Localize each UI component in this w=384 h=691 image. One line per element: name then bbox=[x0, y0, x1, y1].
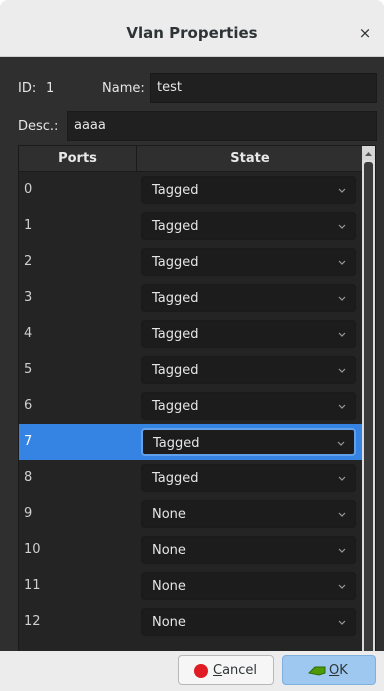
state-dropdown[interactable]: Tagged bbox=[141, 248, 356, 276]
table-row[interactable]: 0 Tagged bbox=[19, 172, 363, 208]
port-number: 7 bbox=[24, 434, 33, 449]
chevron-down-icon bbox=[337, 581, 347, 591]
title-bar: Vlan Properties × bbox=[0, 0, 384, 57]
chevron-down-icon bbox=[337, 473, 347, 483]
dialog-footer: Cancel OK bbox=[0, 651, 384, 691]
state-value: Tagged bbox=[152, 255, 199, 270]
state-value: Tagged bbox=[152, 471, 199, 486]
table-row[interactable]: 6 Tagged bbox=[19, 388, 363, 424]
port-number: 1 bbox=[24, 218, 33, 233]
table-row[interactable]: 2 Tagged bbox=[19, 244, 363, 280]
id-value: 1 bbox=[46, 81, 55, 96]
vlan-properties-dialog: Vlan Properties × ID: 1 Name: test Desc.… bbox=[0, 0, 384, 691]
scroll-up-arrow-icon[interactable] bbox=[362, 146, 375, 160]
column-header-ports[interactable]: Ports bbox=[19, 146, 137, 171]
dialog-title: Vlan Properties bbox=[126, 24, 258, 42]
state-value: Tagged bbox=[152, 363, 199, 378]
state-dropdown[interactable]: Tagged bbox=[141, 320, 356, 348]
id-label: ID: bbox=[18, 81, 37, 96]
state-dropdown[interactable]: Tagged bbox=[141, 428, 356, 456]
chevron-down-icon bbox=[337, 221, 347, 231]
chevron-down-icon bbox=[337, 293, 347, 303]
table-row[interactable]: 12 None bbox=[19, 604, 363, 640]
ports-table: Ports State 0 Tagged 1 Tagged 2 Tagged 3 Tagged… bbox=[18, 145, 376, 691]
port-number: 2 bbox=[24, 254, 33, 269]
state-dropdown[interactable]: None bbox=[141, 608, 356, 636]
table-row[interactable]: 4 Tagged bbox=[19, 316, 363, 352]
desc-label: Desc.: bbox=[18, 119, 59, 134]
desc-field[interactable]: aaaa bbox=[67, 111, 377, 141]
chevron-down-icon bbox=[337, 329, 347, 339]
table-row[interactable]: 11 None bbox=[19, 568, 363, 604]
state-dropdown[interactable]: Tagged bbox=[141, 464, 356, 492]
name-field[interactable]: test bbox=[150, 73, 377, 103]
state-value: None bbox=[152, 615, 186, 630]
vertical-scrollbar[interactable] bbox=[362, 146, 375, 691]
port-number: 6 bbox=[24, 398, 33, 413]
ok-label-rest: K bbox=[339, 663, 348, 678]
chevron-down-icon bbox=[337, 617, 347, 627]
state-dropdown[interactable]: None bbox=[141, 536, 356, 564]
ok-label: OK bbox=[329, 663, 348, 678]
column-header-state[interactable]: State bbox=[137, 146, 363, 171]
port-number: 5 bbox=[24, 362, 33, 377]
state-dropdown[interactable]: None bbox=[141, 572, 356, 600]
chevron-down-icon bbox=[337, 509, 347, 519]
state-value: Tagged bbox=[153, 436, 200, 451]
chevron-down-icon bbox=[337, 257, 347, 267]
state-value: Tagged bbox=[152, 291, 199, 306]
state-dropdown[interactable]: Tagged bbox=[141, 392, 356, 420]
table-row[interactable]: 1 Tagged bbox=[19, 208, 363, 244]
chevron-down-icon bbox=[336, 438, 346, 448]
cancel-label: Cancel bbox=[213, 663, 257, 678]
port-number: 4 bbox=[24, 326, 33, 341]
state-value: Tagged bbox=[152, 327, 199, 342]
state-dropdown[interactable]: Tagged bbox=[141, 176, 356, 204]
name-label: Name: bbox=[102, 81, 145, 96]
table-row[interactable]: 7 Tagged bbox=[19, 424, 363, 460]
state-value: Tagged bbox=[152, 399, 199, 414]
port-number: 11 bbox=[24, 578, 41, 593]
scrollbar-thumb[interactable] bbox=[364, 162, 373, 684]
dialog-content: ID: 1 Name: test Desc.: aaaa Ports State… bbox=[0, 57, 384, 691]
table-row[interactable]: 10 None bbox=[19, 532, 363, 568]
port-number: 12 bbox=[24, 614, 41, 629]
table-row[interactable]: 5 Tagged bbox=[19, 352, 363, 388]
table-row[interactable]: 8 Tagged bbox=[19, 460, 363, 496]
chevron-down-icon bbox=[337, 185, 347, 195]
cancel-button[interactable]: Cancel bbox=[178, 655, 274, 685]
state-dropdown[interactable]: Tagged bbox=[141, 212, 356, 240]
state-dropdown[interactable]: None bbox=[141, 500, 356, 528]
state-value: None bbox=[152, 543, 186, 558]
close-icon[interactable]: × bbox=[356, 24, 374, 42]
chevron-down-icon bbox=[337, 545, 347, 555]
table-row[interactable]: 3 Tagged bbox=[19, 280, 363, 316]
cancel-label-rest: ancel bbox=[222, 663, 258, 678]
ok-icon bbox=[307, 663, 327, 683]
table-row[interactable]: 9 None bbox=[19, 496, 363, 532]
state-value: Tagged bbox=[152, 183, 199, 198]
state-value: None bbox=[152, 579, 186, 594]
chevron-down-icon bbox=[337, 401, 347, 411]
table-header: Ports State bbox=[19, 146, 363, 172]
cancel-mnemonic: C bbox=[213, 663, 223, 678]
state-value: Tagged bbox=[152, 219, 199, 234]
port-number: 8 bbox=[24, 470, 33, 485]
chevron-down-icon bbox=[337, 365, 347, 375]
ok-mnemonic: O bbox=[329, 663, 340, 678]
ok-button[interactable]: OK bbox=[282, 655, 376, 685]
port-number: 0 bbox=[24, 182, 33, 197]
state-dropdown[interactable]: Tagged bbox=[141, 284, 356, 312]
port-number: 9 bbox=[24, 506, 33, 521]
state-dropdown[interactable]: Tagged bbox=[141, 356, 356, 384]
port-number: 10 bbox=[24, 542, 41, 557]
port-number: 3 bbox=[24, 290, 33, 305]
state-value: None bbox=[152, 507, 186, 522]
cancel-icon bbox=[193, 663, 209, 683]
